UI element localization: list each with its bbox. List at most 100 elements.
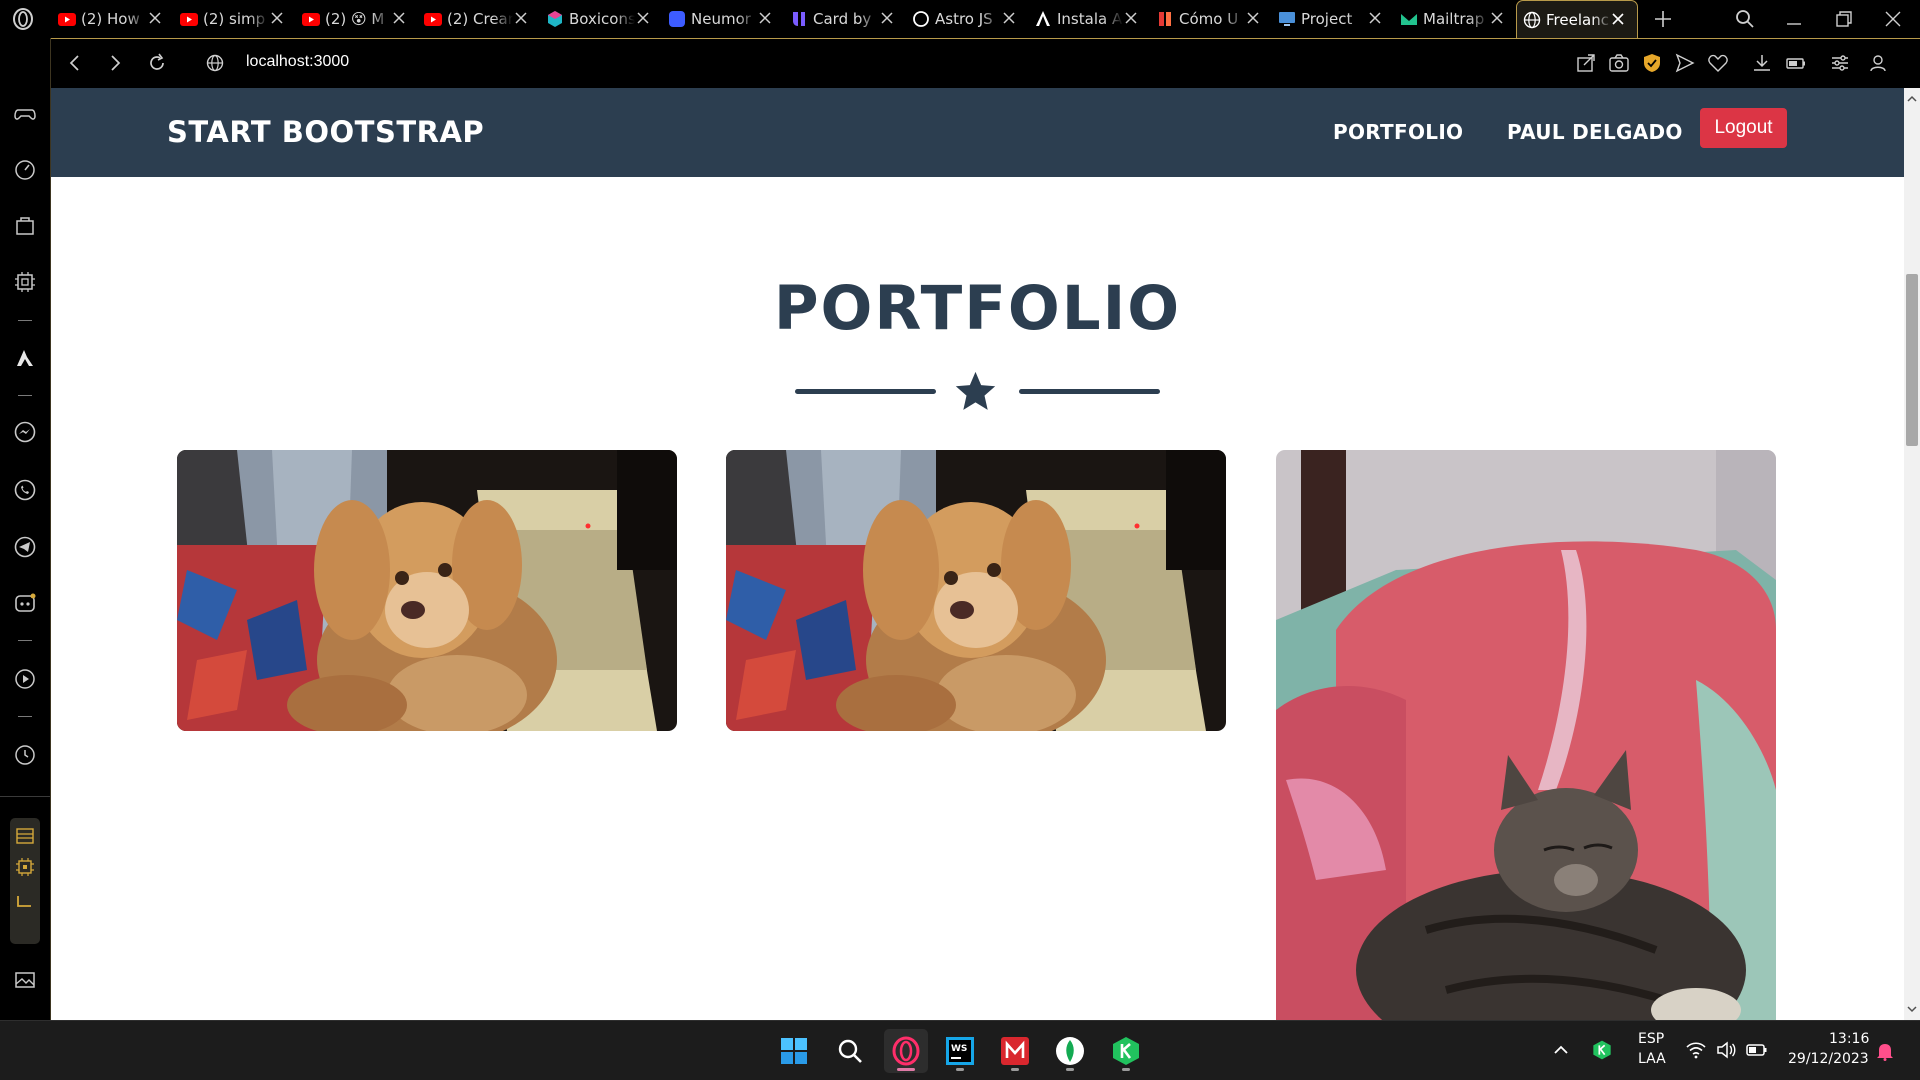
url-field[interactable]: localhost:3000 [246,53,349,71]
cpu-limiter-icon[interactable] [13,270,37,294]
taskbar-app-opera-gx[interactable] [884,1029,928,1073]
minimize-icon[interactable] [1783,8,1805,30]
divider-line-left [795,389,936,394]
close-icon[interactable] [634,9,652,27]
logout-button[interactable]: Logout [1700,108,1787,148]
volume-icon[interactable] [1716,1041,1736,1059]
browser-tab[interactable]: (2) 😵 M [296,0,418,38]
easy-setup-icon[interactable] [1829,52,1851,74]
clock-date[interactable]: 29/12/2023 [1788,1051,1869,1067]
portfolio-item[interactable] [177,450,677,731]
close-icon[interactable] [1244,9,1262,27]
portfolio-item[interactable] [726,450,1226,731]
start-button[interactable] [772,1029,816,1073]
taskbar-app-mongodb-compass[interactable] [1048,1029,1092,1073]
close-icon[interactable] [1366,9,1384,27]
discord-icon[interactable] [13,591,37,615]
download-icon[interactable] [1751,52,1773,74]
gamepad-icon[interactable] [13,102,37,126]
close-icon[interactable] [1122,9,1140,27]
page-scrollbar[interactable] [1904,88,1920,1020]
taskbar-app-mega[interactable] [993,1029,1037,1073]
nav-link-user[interactable]: PAUL DELGADO [1507,120,1683,144]
tab-title: Mailtrap [1423,10,1485,28]
taskbar-search[interactable] [828,1029,872,1073]
portfolio-item[interactable] [1276,450,1776,1020]
browser-tab[interactable]: (2) How [52,0,174,38]
brand-link[interactable]: START BOOTSTRAP [167,115,484,149]
browser-tab[interactable]: Astro JS [906,0,1028,38]
browser-tab-active[interactable]: Freelanc [1516,0,1638,39]
nav-link-portfolio[interactable]: PORTFOLIO [1333,120,1463,144]
tab-title: (2) Crear [447,10,513,28]
close-icon[interactable] [390,9,408,27]
send-icon[interactable] [1674,52,1696,74]
reload-icon[interactable] [146,52,168,74]
forward-icon[interactable] [104,52,126,74]
close-icon[interactable] [878,9,896,27]
back-icon[interactable] [64,52,86,74]
search-tabs-icon[interactable] [1734,8,1756,30]
heart-icon[interactable] [1707,52,1729,74]
browser-tab[interactable]: Project [1272,0,1394,38]
close-icon[interactable] [1609,10,1627,28]
taskbar-app-kotlin[interactable] [1104,1029,1148,1073]
cpu-icon[interactable] [15,857,35,877]
new-tab-icon[interactable] [1650,6,1676,32]
browser-tab[interactable]: Neumor [662,0,784,38]
notification-bell-icon[interactable] [1876,1041,1894,1061]
close-window-icon[interactable] [1882,8,1904,30]
section-title: PORTFOLIO [773,273,1182,344]
youtube-icon [180,10,198,28]
battery-saver-icon[interactable] [1785,52,1807,74]
tab-title: Project [1301,10,1353,28]
tab-title: (2) 😵 M [325,10,385,28]
close-icon[interactable] [146,9,164,27]
adblock-shield-icon[interactable] [1641,52,1663,74]
tab-title: Instala A [1057,10,1123,28]
browser-sidebar [0,38,51,1037]
network-limiter-icon[interactable] [15,890,35,910]
scrollbar-thumb[interactable] [1906,274,1918,446]
site-navbar: START BOOTSTRAP PORTFOLIO PAUL DELGADO L… [51,88,1904,177]
browser-tab[interactable]: Cómo U [1150,0,1272,38]
taskbar-app-webstorm[interactable]: WS [938,1029,982,1073]
close-icon[interactable] [268,9,286,27]
browser-tab[interactable]: Mailtrap [1394,0,1516,38]
wifi-icon[interactable] [1686,1041,1706,1059]
input-language[interactable]: ESP [1638,1031,1664,1047]
browser-tab[interactable]: Instala A [1028,0,1150,38]
telegram-icon[interactable] [13,535,37,559]
history-icon[interactable] [13,743,37,767]
opera-gx-logo-icon[interactable] [12,8,34,30]
scroll-down-icon[interactable] [1907,1004,1917,1014]
speedometer-icon[interactable] [13,157,37,181]
messenger-icon[interactable] [13,420,37,444]
close-icon[interactable] [1488,9,1506,27]
divider-line-right [1019,389,1160,394]
kotlin-tray-icon[interactable] [1592,1040,1612,1060]
aria-ai-icon[interactable] [13,346,37,370]
keyboard-layout[interactable]: LAA [1638,1051,1666,1067]
browser-tab[interactable]: Card by [784,0,906,38]
scroll-up-icon[interactable] [1907,94,1917,104]
snapshot-camera-icon[interactable] [1608,52,1630,74]
profile-icon[interactable] [1867,52,1889,74]
player-icon[interactable] [13,667,37,691]
close-icon[interactable] [756,9,774,27]
whatsapp-icon[interactable] [13,478,37,502]
ram-limiter-icon[interactable] [15,826,35,846]
clock-time[interactable]: 13:16 [1829,1031,1869,1047]
wallpaper-icon[interactable] [13,968,37,992]
browser-tab[interactable]: (2) simp [174,0,296,38]
battery-icon[interactable] [1746,1041,1768,1059]
share-icon[interactable] [1575,52,1597,74]
browser-tab[interactable]: Boxicons [540,0,662,38]
restore-icon[interactable] [1833,8,1855,30]
close-icon[interactable] [1000,9,1018,27]
browser-tab[interactable]: (2) Crear [418,0,540,38]
shopping-bag-icon[interactable] [13,213,37,237]
site-info-globe-icon[interactable] [204,52,226,74]
close-icon[interactable] [512,9,530,27]
chevron-up-icon[interactable] [1552,1041,1570,1059]
